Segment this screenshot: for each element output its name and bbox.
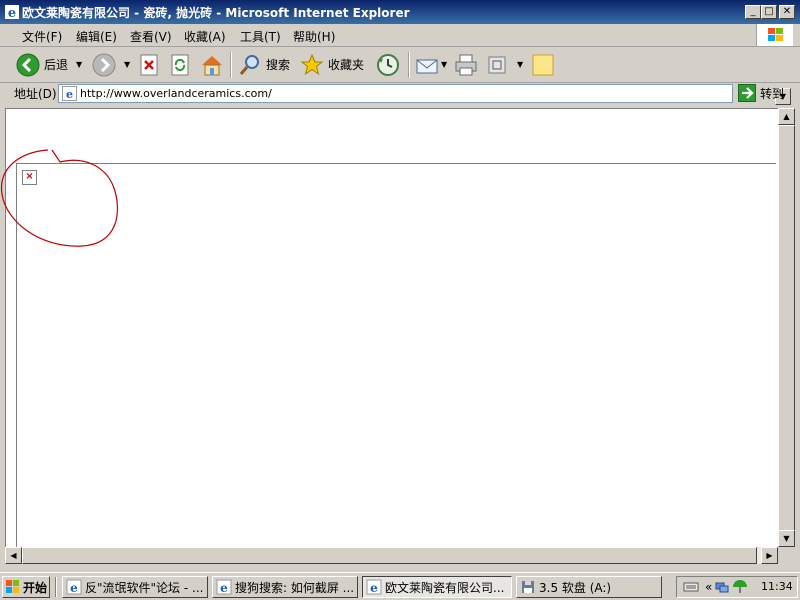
task-button-floppy[interactable]: 3.5 软盘 (A:) — [516, 576, 662, 598]
sticky-note-icon — [532, 54, 554, 75]
vertical-scrollbar[interactable]: ▲ ▼ — [778, 108, 795, 547]
taskbar: 开始 e 反"流氓软件"论坛 - ... e 搜狗搜索: 如何截屏 ... e … — [0, 572, 800, 600]
forward-arrow-icon — [92, 53, 116, 76]
favorites-button[interactable]: 收藏夹 — [300, 47, 364, 82]
toolbar-separator — [230, 52, 232, 78]
back-button[interactable]: 后退 ▼ — [16, 47, 82, 82]
search-button[interactable]: 搜索 — [238, 47, 290, 82]
menu-help[interactable]: 帮助(H) — [293, 28, 335, 45]
address-bar: 地址(D) e ▼ http://www.overlandceramics.co… — [0, 82, 800, 105]
scroll-left-arrow-icon[interactable]: ◀ — [5, 547, 22, 564]
task-button-sogou[interactable]: e 搜狗搜索: 如何截屏 ... — [212, 576, 358, 598]
svg-text:e: e — [66, 88, 73, 101]
printer-icon — [455, 54, 477, 75]
back-arrow-icon — [16, 53, 40, 76]
svg-text:e: e — [70, 581, 78, 595]
favorites-star-icon — [300, 53, 324, 75]
keyboard-icon[interactable] — [683, 579, 699, 595]
ie-icon: e — [216, 579, 232, 595]
ie-icon: e — [66, 579, 82, 595]
home-icon — [202, 55, 222, 75]
menu-file[interactable]: 文件(F) — [22, 28, 62, 45]
standard-toolbar: 后退 ▼ ▼ 搜索 收藏夹 ▼ ▼ — [0, 47, 800, 83]
windows-logo — [756, 24, 793, 46]
title-bar[interactable]: e 欧文莱陶瓷有限公司 - 瓷砖, 抛光砖 - Microsoft Intern… — [0, 0, 800, 24]
edit-page-icon — [488, 56, 506, 73]
go-label: 转到 — [760, 86, 785, 101]
menu-favorites[interactable]: 收藏(A) — [184, 28, 226, 45]
svg-text:e: e — [370, 581, 378, 595]
history-clock-icon — [377, 53, 399, 76]
ie-icon: e — [366, 579, 382, 595]
windows-flag-icon — [768, 28, 783, 41]
menu-bar: 文件(F) 编辑(E) 查看(V) 收藏(A) 工具(T) 帮助(H) — [0, 24, 800, 47]
menu-edit[interactable]: 编辑(E) — [76, 28, 117, 45]
edit-button[interactable]: ▼ — [487, 47, 523, 82]
task-label: 欧文莱陶瓷有限公司... — [385, 580, 505, 595]
status-gap — [0, 564, 800, 572]
stop-button[interactable] — [139, 47, 159, 82]
horizontal-scrollbar[interactable]: ◀ ▶ — [5, 547, 778, 564]
go-arrow-icon — [738, 84, 756, 102]
mail-dropdown-icon[interactable]: ▼ — [441, 60, 447, 69]
notes-button[interactable] — [531, 47, 555, 82]
address-url: http://www.overlandceramics.com/ — [80, 87, 272, 100]
tray-chevron-icon[interactable]: « — [705, 580, 712, 594]
search-label: 搜索 — [266, 58, 291, 72]
address-label: 地址(D) — [14, 87, 57, 101]
print-button[interactable] — [454, 47, 478, 82]
refresh-icon — [171, 54, 189, 75]
history-button[interactable] — [376, 47, 400, 82]
forward-dropdown-icon[interactable]: ▼ — [124, 60, 130, 69]
toolbar-separator — [408, 52, 410, 78]
start-label: 开始 — [23, 580, 48, 595]
scroll-down-arrow-icon[interactable]: ▼ — [778, 530, 795, 547]
edit-dropdown-icon[interactable]: ▼ — [517, 60, 523, 69]
menu-tools[interactable]: 工具(T) — [240, 28, 281, 45]
svg-text:e: e — [220, 581, 228, 595]
page-ie-icon: e — [62, 86, 77, 101]
menu-view[interactable]: 查看(V) — [130, 28, 172, 45]
back-dropdown-icon[interactable]: ▼ — [76, 60, 82, 69]
scroll-corner — [778, 547, 795, 564]
minimize-button[interactable]: _ — [745, 5, 761, 19]
window-title: 欧文莱陶瓷有限公司 - 瓷砖, 抛光砖 - Microsoft Internet… — [22, 6, 410, 20]
svg-text:e: e — [8, 6, 16, 20]
task-label: 3.5 软盘 (A:) — [539, 580, 612, 595]
forward-button[interactable]: ▼ — [92, 47, 130, 82]
horizontal-scroll-thumb[interactable] — [22, 547, 757, 564]
umbrella-icon[interactable] — [732, 579, 748, 595]
page-frame — [16, 163, 776, 547]
task-button-overland[interactable]: e 欧文莱陶瓷有限公司... — [362, 576, 512, 598]
annotation-circle — [0, 149, 119, 247]
taskbar-separator — [55, 577, 57, 597]
floppy-drive-icon — [522, 581, 534, 593]
scroll-right-arrow-icon[interactable]: ▶ — [761, 547, 778, 564]
windows-flag-icon — [6, 580, 19, 593]
vertical-scroll-thumb[interactable] — [778, 125, 795, 535]
home-button[interactable] — [200, 47, 224, 82]
clock: 11:34 — [761, 580, 793, 593]
maximize-button[interactable]: □ — [761, 5, 777, 19]
go-button[interactable]: 转到 — [738, 82, 784, 104]
favorites-label: 收藏夹 — [328, 58, 365, 72]
back-label: 后退 — [44, 58, 69, 72]
task-label: 反"流氓软件"论坛 - ... — [85, 580, 204, 595]
stop-icon — [140, 54, 158, 75]
refresh-button[interactable] — [170, 47, 190, 82]
search-icon — [239, 54, 259, 75]
network-icon[interactable] — [714, 579, 730, 595]
task-label: 搜狗搜索: 如何截屏 ... — [235, 580, 355, 595]
start-button[interactable]: 开始 — [2, 576, 50, 598]
task-button-forum[interactable]: e 反"流氓软件"论坛 - ... — [62, 576, 208, 598]
mail-icon — [416, 59, 438, 73]
scroll-up-arrow-icon[interactable]: ▲ — [778, 108, 795, 125]
mail-button[interactable]: ▼ — [415, 47, 447, 82]
close-button[interactable]: ✕ — [779, 5, 795, 19]
ie-icon: e — [5, 5, 19, 20]
